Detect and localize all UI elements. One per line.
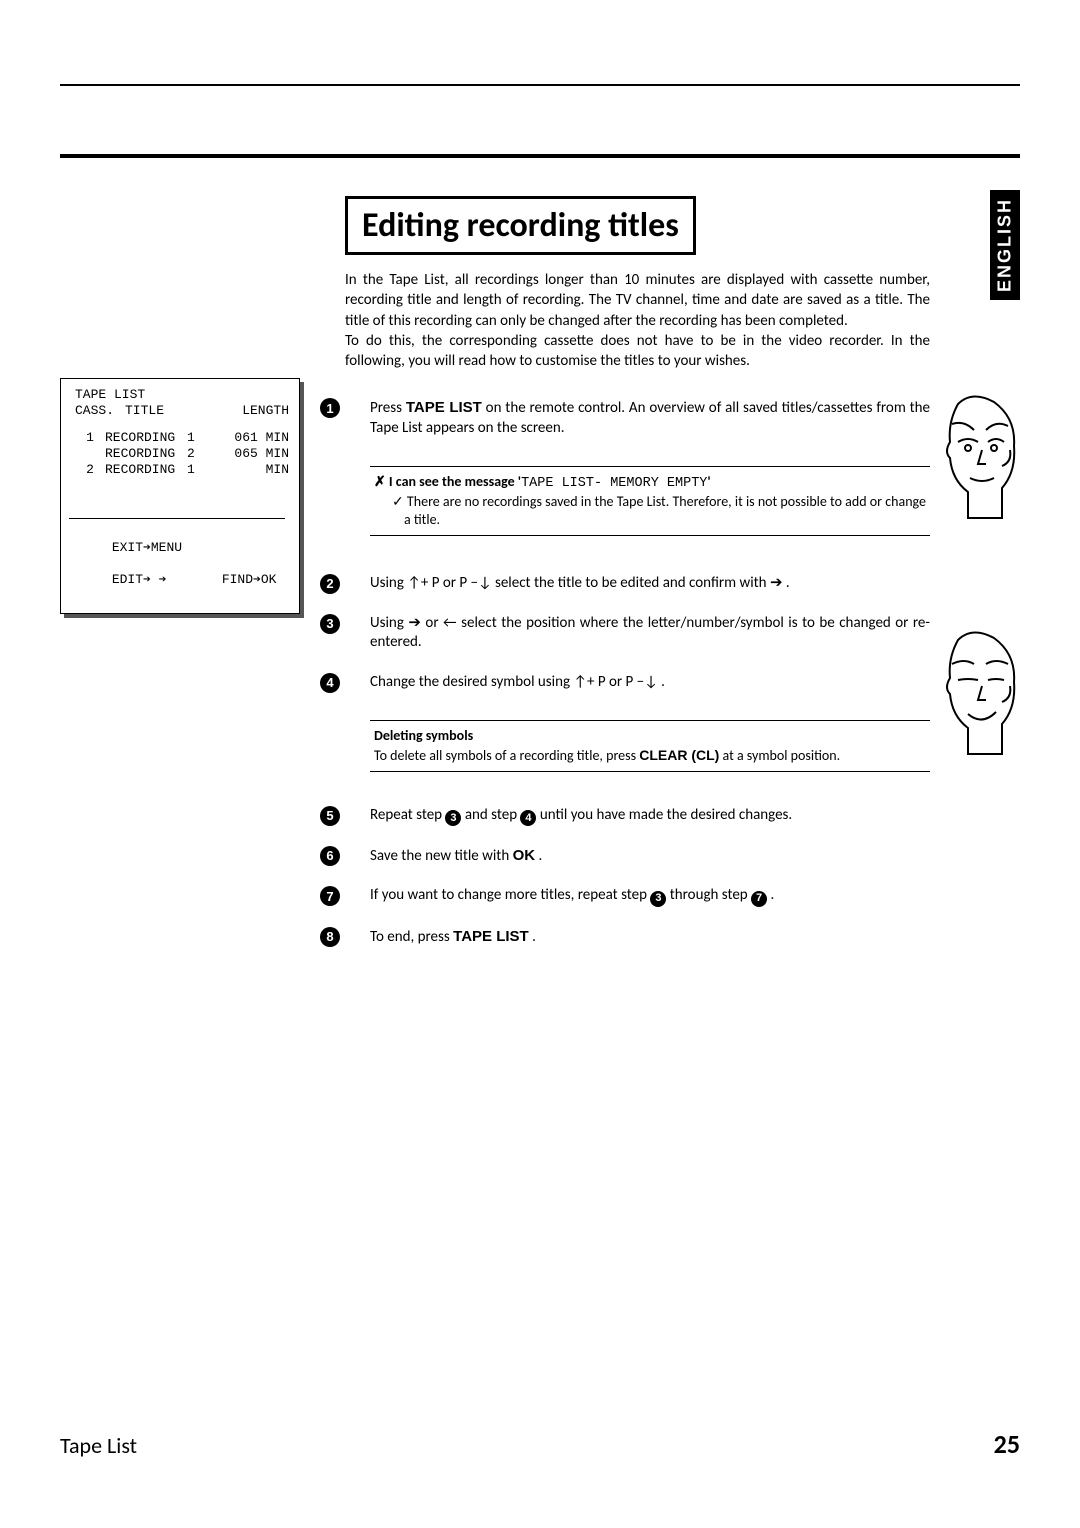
callout-line2: ✓ There are no recordings saved in the T… — [392, 493, 926, 528]
col-length: LENGTH — [215, 403, 289, 419]
inline-badge-7-icon: 7 — [751, 891, 767, 907]
step-1: 1 Press TAPE LIST on the remote control.… — [320, 398, 930, 536]
table-row: 1 RECORDING 1 061 MIN — [65, 430, 289, 446]
callout-line1a: ✗ I can see the message ' — [374, 473, 521, 490]
table-row: 2 RECORDING 1 MIN — [65, 462, 289, 478]
step-badge-icon: 6 — [320, 846, 340, 866]
step-badge-icon: 7 — [320, 886, 340, 906]
step8-pre: To end, press — [370, 928, 453, 946]
step-3: 3 Using ➔ or ← select the position where… — [320, 614, 930, 653]
step7-post: . — [767, 886, 774, 904]
face-illustration-icon — [938, 628, 1018, 758]
page-title: Editing recording titles — [345, 196, 696, 255]
cell-title: RECORDING — [105, 462, 187, 478]
cell-num: 1 — [187, 462, 207, 478]
step-5: 5 Repeat step 3 and step 4 until you hav… — [320, 806, 930, 826]
step6-pre: Save the new title with — [370, 847, 513, 865]
step4-text: Change the desired symbol using ↑+ P or … — [370, 673, 665, 691]
cell-title: RECORDING — [105, 430, 187, 446]
clear-key: CLEAR (CL) — [639, 747, 719, 763]
col-cass: CASS. — [75, 403, 125, 419]
callout-line1b: TAPE LIST- MEMORY EMPTY — [521, 476, 707, 491]
face-illustration-icon — [938, 392, 1018, 522]
step-6: 6 Save the new title with OK . — [320, 846, 930, 867]
cell-len: 065 MIN — [207, 446, 289, 462]
step8-post: . — [529, 928, 536, 946]
header-bars — [60, 84, 1020, 158]
osd-columns: CASS. TITLE LENGTH — [65, 403, 289, 419]
cell-title: RECORDING — [105, 446, 187, 462]
step-4: 4 Change the desired symbol using ↑+ P o… — [320, 673, 930, 772]
inline-badge-4-icon: 4 — [520, 810, 536, 826]
footer-exit: EXIT➔MENU — [112, 540, 182, 555]
step-badge-icon: 3 — [320, 614, 340, 634]
cell-cass: 2 — [75, 462, 105, 478]
intro-text: In the Tape List, all recordings longer … — [345, 271, 930, 370]
step-badge-icon: 4 — [320, 673, 340, 693]
language-tab: ENGLISH — [990, 190, 1020, 300]
inline-badge-3-icon: 3 — [445, 810, 461, 826]
footer-edit: EDIT➔ ➔ — [112, 572, 222, 588]
step-badge-icon: 1 — [320, 398, 340, 418]
step-7: 7 If you want to change more titles, rep… — [320, 886, 930, 906]
cell-len: 061 MIN — [207, 430, 289, 446]
tape-list-key: TAPE LIST — [453, 928, 529, 945]
osd-footer: EXIT➔MENU EDIT➔ ➔FIND➔OK — [65, 523, 289, 604]
step7-mid: through step — [666, 886, 751, 904]
step3-text: Using ➔ or ← select the position where t… — [370, 614, 930, 652]
callout2-pre: To delete all symbols of a recording tit… — [374, 747, 639, 764]
step-badge-icon: 5 — [320, 806, 340, 826]
tape-list-key: TAPE LIST — [406, 399, 482, 416]
step-2: 2 Using ↑+ P or P −↓ select the title to… — [320, 574, 930, 594]
memory-empty-callout: ✗ I can see the message 'TAPE LIST- MEMO… — [370, 466, 930, 536]
step1-pre: Press — [370, 399, 406, 417]
page-footer: Tape List 25 — [60, 1428, 1020, 1460]
cell-num: 2 — [187, 446, 207, 462]
ok-key: OK — [513, 847, 536, 864]
step-8: 8 To end, press TAPE LIST . — [320, 927, 930, 948]
cell-cass: 1 — [75, 430, 105, 446]
osd-divider — [69, 518, 285, 519]
osd-title: TAPE LIST — [65, 387, 289, 403]
step-list: 1 Press TAPE LIST on the remote control.… — [320, 398, 930, 967]
step5-pre: Repeat step — [370, 806, 445, 824]
step-badge-icon: 8 — [320, 927, 340, 947]
step7-pre: If you want to change more titles, repea… — [370, 886, 650, 904]
cell-cass — [75, 446, 105, 462]
inline-badge-3-icon: 3 — [650, 891, 666, 907]
step5-post: until you have made the desired changes. — [536, 806, 792, 824]
tape-list-osd: TAPE LIST CASS. TITLE LENGTH 1 RECORDING… — [60, 378, 300, 614]
step-badge-icon: 2 — [320, 574, 340, 594]
callout2-title: Deleting symbols — [374, 727, 473, 744]
intro-paragraph: In the Tape List, all recordings longer … — [345, 270, 930, 371]
page-number: 25 — [994, 1428, 1020, 1460]
step5-mid: and step — [461, 806, 520, 824]
step2-text: Using ↑+ P or P −↓ select the title to b… — [370, 574, 790, 592]
step6-post: . — [535, 847, 542, 865]
table-row: RECORDING 2 065 MIN — [65, 446, 289, 462]
cell-num: 1 — [187, 430, 207, 446]
footer-find: FIND➔OK — [222, 572, 277, 587]
cell-len: MIN — [207, 462, 289, 478]
col-title: TITLE — [125, 403, 215, 419]
deleting-symbols-callout: Deleting symbols To delete all symbols o… — [370, 720, 930, 771]
callout-line1c: ' — [707, 473, 710, 490]
footer-section-title: Tape List — [60, 1432, 137, 1459]
callout2-post: at a symbol position. — [719, 747, 840, 764]
